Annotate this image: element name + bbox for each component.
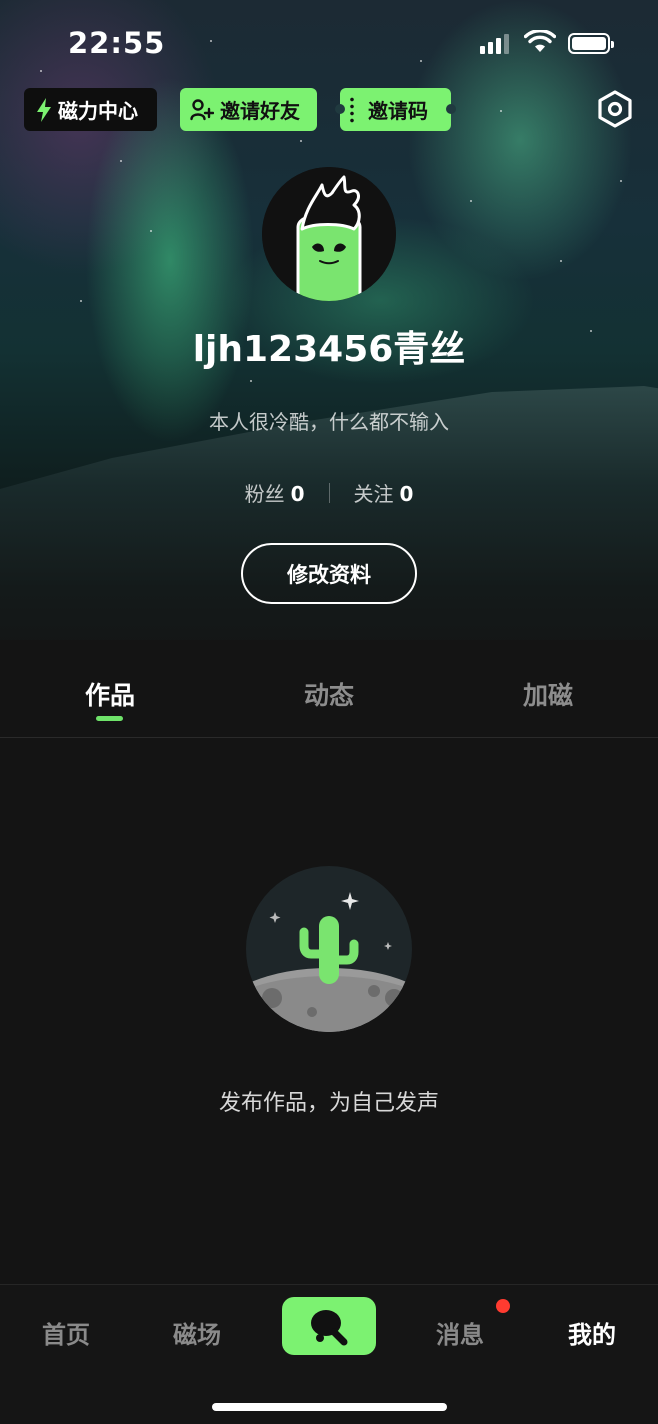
magnet-center-button[interactable]: 磁力中心 [24,88,157,131]
follow-stats: 粉丝 0 关注 0 [0,478,658,507]
fans-stat[interactable]: 粉丝 0 [245,478,305,507]
following-stat[interactable]: 关注 0 [354,478,414,507]
home-indicator[interactable] [212,1403,447,1411]
tab-works[interactable]: 作品 [50,676,170,712]
bottom-nav: 首页 磁场 消息 我的 [0,1284,658,1424]
status-bar: 22:55 [0,0,658,88]
following-count: 0 [399,482,414,506]
lightning-icon [37,97,51,122]
nav-magnet-field[interactable]: 磁场 [147,1315,247,1350]
invite-code-button[interactable]: 邀请码 [335,88,456,131]
fans-label: 粉丝 [244,482,285,506]
fans-count: 0 [290,482,305,506]
username: ljh123456青丝 [192,329,466,370]
battery-icon [568,33,614,54]
invite-friends-button[interactable]: 邀请好友 [180,88,317,131]
nav-home[interactable]: 首页 [16,1315,116,1350]
empty-state-text: 发布作品，为自己发声 [218,1091,439,1116]
content-tabs: 作品 动态 加磁 [0,660,658,738]
following-label: 关注 [353,482,394,506]
ping-pong-paddle-icon [311,1310,348,1346]
status-time: 22:55 [68,26,166,60]
cactus-planet-illustration [246,866,412,1032]
magnet-center-label: 磁力中心 [58,99,138,123]
stats-divider [328,482,330,503]
center-action-button[interactable] [282,1297,376,1355]
active-tab-indicator [96,716,123,721]
ticket-perforation-icon [350,96,354,124]
edit-profile-button[interactable]: 修改资料 [241,543,417,604]
unread-badge [496,1299,510,1313]
wifi-icon [524,30,556,52]
add-user-icon [190,98,214,120]
invite-code-label: 邀请码 [368,99,428,123]
invite-friends-label: 邀请好友 [220,99,300,123]
bio-text: 本人很冷酷，什么都不输入 [209,410,449,434]
tab-magnet[interactable]: 加磁 [488,676,608,712]
settings-hexagon-icon[interactable] [596,90,634,128]
tab-activity[interactable]: 动态 [269,676,389,712]
nav-messages[interactable]: 消息 [410,1315,510,1350]
alien-mascot-icon [262,167,396,301]
nav-me[interactable]: 我的 [542,1315,642,1350]
cellular-signal-icon [480,32,509,54]
avatar[interactable] [262,167,396,301]
